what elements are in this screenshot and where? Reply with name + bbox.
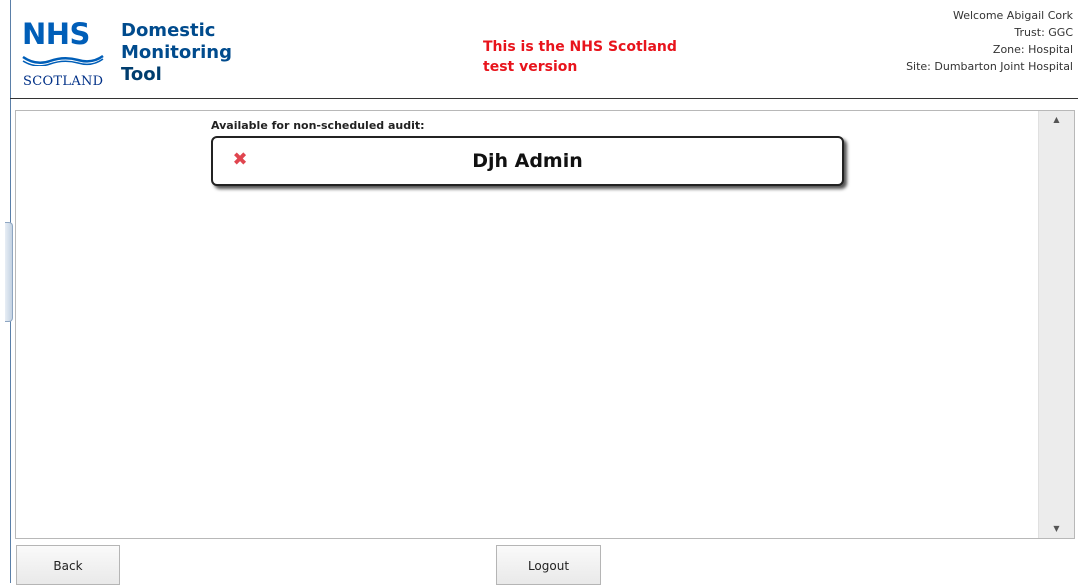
- scroll-down-icon[interactable]: ▼: [1039, 520, 1074, 538]
- welcome-text: Welcome Abigail Cork: [952, 9, 1073, 22]
- site-text: Site: Dumbarton Joint Hospital: [906, 60, 1073, 73]
- logout-button[interactable]: Logout: [496, 545, 601, 585]
- wave-icon: [22, 54, 104, 66]
- audit-list-panel: Available for non-scheduled audit: ✖ Djh…: [15, 110, 1075, 539]
- test-version-banner: This is the NHS Scotland test version: [483, 37, 677, 77]
- section-label: Available for non-scheduled audit:: [211, 119, 425, 132]
- nhs-wordmark: NHS: [22, 17, 90, 51]
- test-banner-line-2: test version: [483, 59, 578, 75]
- header-divider: [10, 98, 1078, 99]
- trust-text: Trust: GGC: [1014, 26, 1073, 39]
- back-button[interactable]: Back: [16, 545, 120, 585]
- app-title-line-3: Tool: [121, 64, 162, 85]
- side-drawer-handle[interactable]: [5, 222, 13, 322]
- zone-text: Zone: Hospital: [992, 43, 1073, 56]
- app-window: NHS SCOTLAND Domestic Monitoring Tool Th…: [0, 0, 1078, 585]
- test-banner-line-1: This is the NHS Scotland: [483, 39, 677, 55]
- audit-item-name: Djh Admin: [472, 150, 583, 172]
- audit-item[interactable]: ✖ Djh Admin: [211, 136, 844, 186]
- app-title-line-1: Domestic: [121, 20, 216, 41]
- app-title: Domestic Monitoring Tool: [121, 20, 232, 86]
- scotland-wordmark: SCOTLAND: [23, 74, 104, 89]
- user-info: Welcome Abigail Cork Trust: GGC Zone: Ho…: [906, 7, 1073, 75]
- vertical-scrollbar[interactable]: ▲ ▼: [1038, 111, 1074, 538]
- app-title-line-2: Monitoring: [121, 42, 232, 63]
- scroll-up-icon[interactable]: ▲: [1039, 111, 1074, 129]
